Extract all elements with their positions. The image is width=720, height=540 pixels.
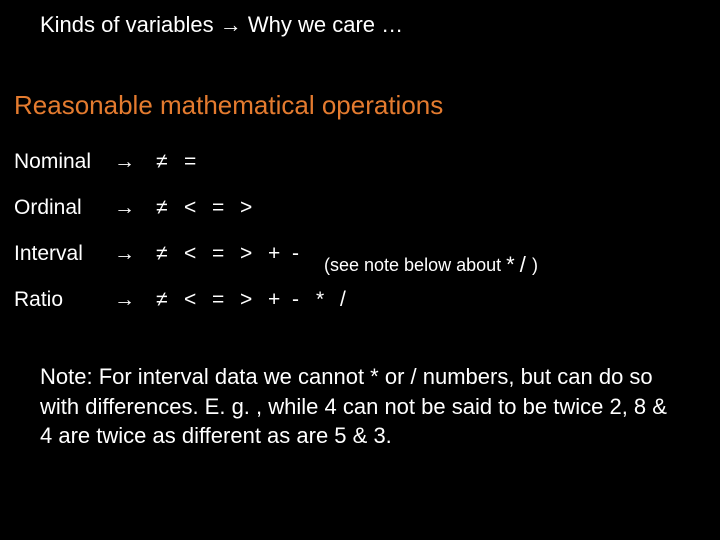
arrow-icon: → xyxy=(220,12,242,37)
slide: Kinds of variables → Why we care … Reaso… xyxy=(0,0,720,540)
op-symbol: * xyxy=(316,288,340,312)
interval-inline-note: (see note below about * / ) xyxy=(320,252,538,278)
arrow-icon: → xyxy=(114,242,156,266)
op-symbol: + xyxy=(268,288,292,312)
op-symbol: > xyxy=(240,288,268,312)
op-symbol: = xyxy=(212,288,240,312)
op-symbol: = xyxy=(212,242,240,266)
title-text-post: Why we care … xyxy=(242,12,403,37)
op-symbol: = xyxy=(212,196,240,220)
arrow-icon: → xyxy=(114,196,156,220)
row-label-nominal: Nominal xyxy=(14,150,114,174)
arrow-icon: → xyxy=(114,288,156,312)
op-symbol: + xyxy=(268,242,292,266)
op-symbol: ≠ xyxy=(156,150,184,174)
row-label-interval: Interval xyxy=(14,242,114,266)
note-text: ) xyxy=(532,255,538,275)
footnote: Note: For interval data we cannot * or /… xyxy=(40,362,670,451)
op-symbol: ≠ xyxy=(156,196,184,220)
arrow-icon: → xyxy=(114,150,156,174)
operations-table: Nominal → ≠ = Ordinal → ≠ < = > Interval… xyxy=(14,150,706,334)
op-symbol: / xyxy=(340,288,364,312)
table-row: Ratio → ≠ < = > + - * / xyxy=(14,288,706,334)
op-symbol: < xyxy=(184,242,212,266)
op-symbol: ≠ xyxy=(156,242,184,266)
op-symbol: - xyxy=(292,242,320,266)
op-symbol: ≠ xyxy=(156,288,184,312)
op-symbol: * xyxy=(506,252,515,277)
note-text: (see note below about xyxy=(324,255,506,275)
slide-title: Kinds of variables → Why we care … xyxy=(40,12,403,38)
op-symbol: - xyxy=(292,288,316,312)
slide-subtitle: Reasonable mathematical operations xyxy=(14,90,443,121)
table-row: Interval → ≠ < = > + - (see note below a… xyxy=(14,242,706,288)
table-row: Ordinal → ≠ < = > xyxy=(14,196,706,242)
op-symbol: = xyxy=(184,150,212,174)
row-label-ordinal: Ordinal xyxy=(14,196,114,220)
op-symbol: / xyxy=(520,252,532,277)
op-symbol: > xyxy=(240,196,268,220)
row-label-ratio: Ratio xyxy=(14,288,114,312)
table-row: Nominal → ≠ = xyxy=(14,150,706,196)
title-text-pre: Kinds of variables xyxy=(40,12,220,37)
op-symbol: < xyxy=(184,288,212,312)
op-symbol: > xyxy=(240,242,268,266)
op-symbol: < xyxy=(184,196,212,220)
